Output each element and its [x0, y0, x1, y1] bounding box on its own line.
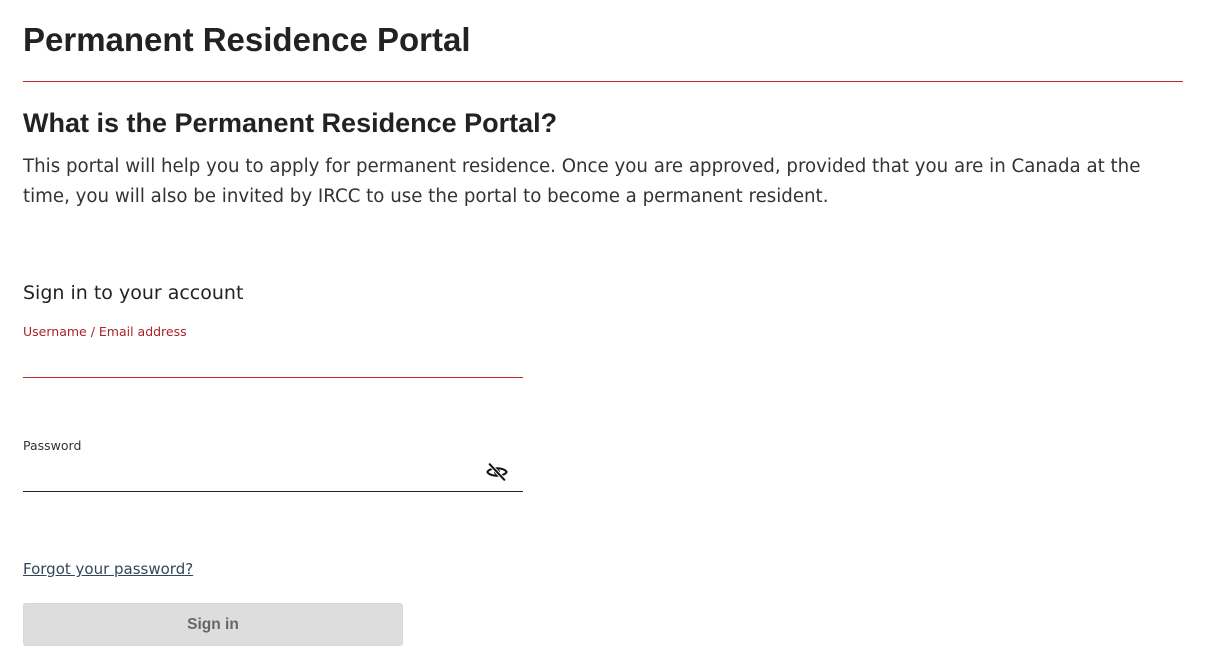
username-label: Username / Email address: [23, 324, 187, 339]
section-heading: What is the Permanent Residence Portal?: [23, 108, 558, 138]
eye-slash-icon[interactable]: [486, 461, 508, 483]
title-divider: [23, 81, 1183, 82]
password-label: Password: [23, 438, 82, 453]
signin-button[interactable]: Sign in: [23, 603, 403, 646]
username-input[interactable]: [23, 348, 523, 378]
signin-heading: Sign in to your account: [23, 282, 244, 304]
forgot-password-link[interactable]: Forgot your password?: [23, 559, 193, 579]
page: Permanent Residence Portal What is the P…: [0, 0, 1220, 647]
intro-paragraph: This portal will help you to apply for p…: [23, 156, 1141, 207]
page-title: Permanent Residence Portal: [23, 21, 471, 58]
password-input[interactable]: [23, 462, 523, 492]
